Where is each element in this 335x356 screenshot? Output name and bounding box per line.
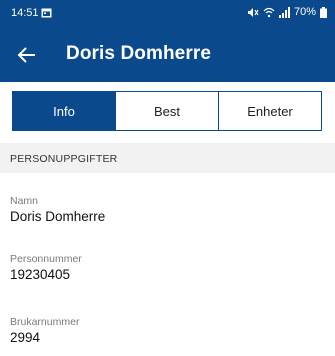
mute-icon (247, 7, 259, 18)
field-namn: Namn Doris Domherre (10, 195, 105, 224)
section-title: PERSONUPPGIFTER (10, 153, 118, 165)
field-value: Doris Domherre (10, 209, 106, 224)
tab-enheter[interactable]: Enheter (218, 92, 321, 130)
tab-info[interactable]: Info (13, 92, 115, 130)
signal-icon (278, 6, 290, 18)
battery-percent: 70% (293, 6, 316, 18)
app-bar: Doris Domherre (0, 28, 335, 82)
status-bar: 14:51 70% (0, 0, 335, 28)
status-time: 14:51 (11, 7, 39, 19)
field-label: Personnummer (10, 253, 82, 265)
wifi-icon (263, 7, 275, 18)
field-label: Namn (10, 195, 39, 207)
page-title: Doris Domherre (66, 43, 211, 64)
field-personnummer: Personnummer 19230405 (10, 253, 82, 282)
tab-best[interactable]: Best (115, 92, 218, 130)
field-value: 19230405 (10, 267, 71, 282)
tab-bar: Info Best Enheter (12, 91, 322, 131)
battery-icon (320, 6, 327, 18)
field-label: Brukarnummer (10, 316, 80, 328)
section-header: PERSONUPPGIFTER (0, 143, 335, 173)
field-brukarnummer: Brukarnummer 2994 (10, 316, 79, 345)
field-value: 2994 (10, 330, 41, 345)
calendar-notification-icon (41, 7, 52, 18)
arrow-left-icon[interactable] (16, 44, 38, 66)
status-icons: 70% (247, 6, 327, 18)
